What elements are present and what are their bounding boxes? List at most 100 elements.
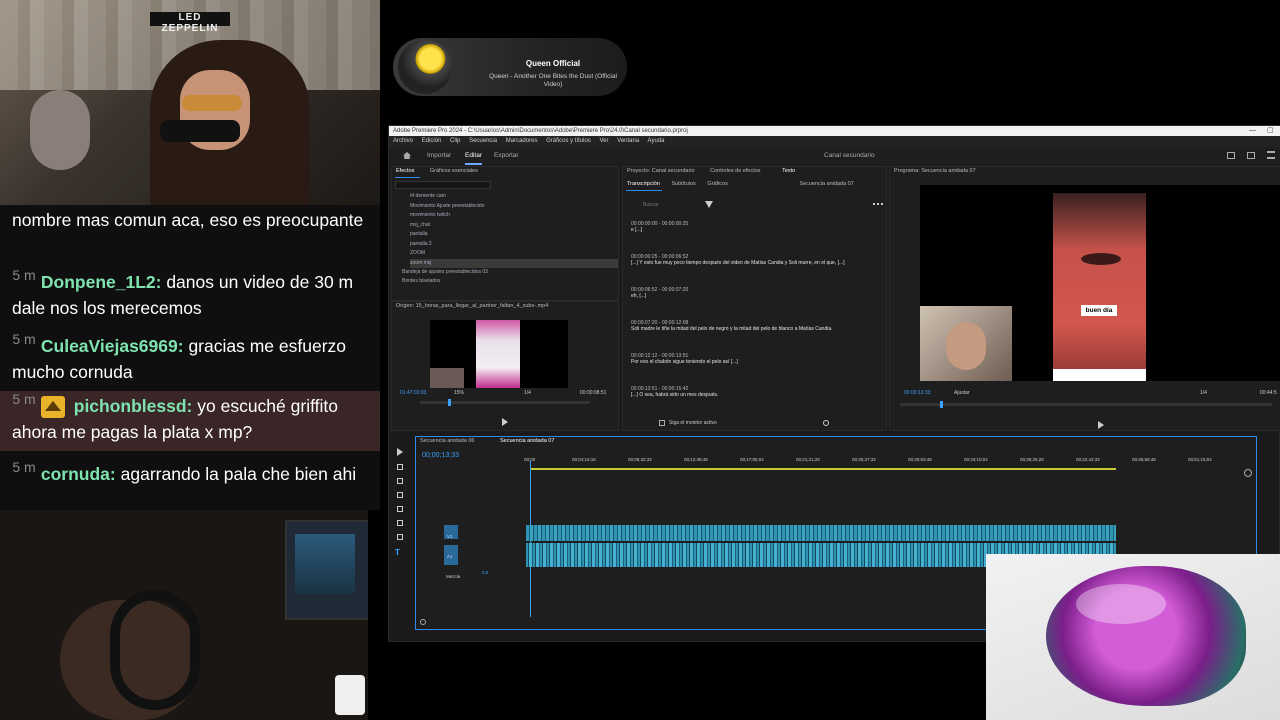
- menu-ver[interactable]: Ver: [599, 138, 608, 144]
- menu-ventana[interactable]: Ventana: [617, 138, 639, 144]
- tab-proyecto[interactable]: Proyecto: Canal secundario: [627, 168, 695, 174]
- track-select-icon[interactable]: [397, 464, 403, 470]
- source-playhead[interactable]: [448, 399, 451, 406]
- program-scrubber[interactable]: [900, 403, 1272, 406]
- chat-username[interactable]: pichonblessd:: [74, 396, 193, 416]
- share-icon[interactable]: [1247, 152, 1255, 159]
- effect-item-selected[interactable]: zoom msj: [410, 258, 618, 268]
- transcript-segment[interactable]: 00:00:06:52 - 00:00:07:20 eh, [...]: [631, 287, 876, 299]
- follow-monitor-checkbox[interactable]: [659, 420, 665, 426]
- effect-folder[interactable]: Bandeja de ajustes preestablecidos 03: [402, 268, 618, 277]
- video-clip-track[interactable]: [526, 525, 1116, 541]
- program-monitor: Programa: Secuencia anidada 07 buen día …: [889, 166, 1280, 431]
- microphone: [160, 120, 240, 142]
- track-a1-label: A1: [447, 554, 453, 559]
- tab-graficos-esenciales[interactable]: Gráficos esenciales: [430, 168, 478, 174]
- transcript-segment[interactable]: 00:00:00:25 - 00:00:06:52 [...] Y esto f…: [631, 254, 876, 266]
- source-play-icon[interactable]: [502, 418, 508, 426]
- menu-bar: Archivo Edición Clip Secuencia Marcadore…: [389, 136, 1280, 147]
- source-scrubber[interactable]: [420, 401, 590, 404]
- tab-controles-efectos[interactable]: Controles de efectos: [710, 168, 760, 174]
- menu-marcadores[interactable]: Marcadores: [506, 138, 538, 144]
- tab-graficos[interactable]: Gráficos: [707, 181, 727, 187]
- type-tool-icon[interactable]: T: [395, 548, 405, 557]
- menu-graficos[interactable]: Gráficos y títulos: [546, 138, 591, 144]
- transcript-segment[interactable]: 00:00:12:12 - 00:00:13:51 Por eso el cha…: [631, 353, 876, 365]
- program-timecode: 00:00:13:33: [904, 390, 931, 396]
- filter-icon[interactable]: [705, 201, 713, 208]
- transcript-segment[interactable]: 00:00:07:20 - 00:00:12:08 Soli madre le …: [631, 320, 876, 332]
- tab-editar[interactable]: Editar: [465, 147, 482, 165]
- program-phone-bar: [1053, 369, 1146, 381]
- segment-text: [...] Y esto fue muy poco tiempo después…: [631, 260, 845, 266]
- maximize-icon[interactable]: ▢: [1267, 126, 1274, 136]
- menu-ayuda[interactable]: Ayuda: [648, 138, 665, 144]
- program-fit[interactable]: Ajustar: [954, 390, 970, 396]
- timeline-timecode[interactable]: 00;00;13;33: [422, 452, 459, 459]
- pen-icon[interactable]: [397, 520, 403, 526]
- transcript-segment[interactable]: 00:00:00:00 - 00:00:00:25 e [...]: [631, 221, 876, 233]
- slip-icon[interactable]: [397, 506, 403, 512]
- menu-edicion[interactable]: Edición: [422, 138, 442, 144]
- effect-item[interactable]: ZOOM: [410, 249, 618, 259]
- hand-icon[interactable]: [397, 534, 403, 540]
- horizontal-zoom-handle[interactable]: [420, 619, 426, 625]
- segment-text: Soli madre le tiñe la mitad del pelo de …: [631, 326, 833, 332]
- workspace-icon[interactable]: [1227, 152, 1235, 159]
- tab-subtitulos[interactable]: Subtítulos: [671, 181, 695, 187]
- menu-secuencia[interactable]: Secuencia: [469, 138, 497, 144]
- source-phone-frame: [476, 320, 520, 388]
- chat-username[interactable]: CuleaViejas6969:: [41, 336, 184, 356]
- master-value[interactable]: 0,0: [482, 570, 488, 575]
- tab-efectos[interactable]: Efectos: [396, 168, 414, 174]
- menu-clip[interactable]: Clip: [450, 138, 460, 144]
- selection-tool-icon[interactable]: [397, 448, 403, 456]
- more-options-icon[interactable]: [873, 203, 883, 205]
- fish-glare: [1076, 584, 1166, 624]
- text-subtabs: Transcripción Subtítulos Gráficos Secuen…: [623, 180, 886, 190]
- transcript-sequence: Secuencia anidada 07: [799, 181, 854, 187]
- source-resolution[interactable]: 1/4: [524, 390, 531, 396]
- tab-secuencia-06[interactable]: Secuencia anidada 06: [420, 438, 474, 444]
- tab-secuencia-07[interactable]: Secuencia anidada 07: [500, 438, 554, 444]
- program-playhead[interactable]: [940, 401, 943, 408]
- source-zoom[interactable]: 15%: [454, 390, 464, 396]
- menu-icon[interactable]: [1267, 151, 1275, 159]
- effects-search-input[interactable]: [395, 181, 491, 189]
- effect-item[interactable]: movimiento twitch: [410, 211, 618, 221]
- chat-username[interactable]: cornuda:: [41, 464, 116, 484]
- now-playing-widget: Queen Official Queen - Another One Bites…: [393, 38, 627, 96]
- tab-exportar[interactable]: Exportar: [494, 147, 519, 165]
- minimize-icon[interactable]: —: [1249, 126, 1256, 136]
- razor-icon[interactable]: [397, 492, 403, 498]
- background-figure: [30, 90, 90, 170]
- work-area-bar[interactable]: [530, 468, 1116, 470]
- effect-folder[interactable]: Bordes biselados: [402, 277, 618, 286]
- track-a1-target[interactable]: A1: [444, 545, 458, 565]
- ruler-label: 00;17;05;04: [740, 457, 764, 462]
- timeline-ruler[interactable]: 00;00 00;04;16;16 00;08;32;32 00;12;48;4…: [524, 452, 1249, 466]
- effect-item[interactable]: pantalla 2: [410, 240, 618, 250]
- effect-item[interactable]: t4 demente cam: [410, 192, 618, 202]
- chat-username[interactable]: Donpene_1L2:: [41, 272, 162, 292]
- tab-importar[interactable]: Importar: [427, 147, 451, 165]
- tab-transcripcion[interactable]: Transcripción: [627, 181, 660, 187]
- program-resolution[interactable]: 1/4: [1200, 390, 1207, 396]
- transcript-search-input[interactable]: Buscar: [631, 200, 701, 210]
- menu-archivo[interactable]: Archivo: [393, 138, 413, 144]
- effect-item[interactable]: pantalla: [410, 230, 618, 240]
- effect-item[interactable]: Movimiento Ajuste preestablecido: [410, 202, 618, 212]
- zoom-slider-handle[interactable]: [823, 420, 829, 426]
- transcript-segment[interactable]: 00:00:13:51 - 00:00:15:42 [...] O sea, h…: [631, 386, 876, 398]
- track-v1-target[interactable]: V1: [444, 525, 458, 539]
- home-icon[interactable]: [403, 152, 411, 159]
- tab-texto[interactable]: Texto: [782, 168, 795, 174]
- program-play-icon[interactable]: [1098, 421, 1104, 429]
- ripple-edit-icon[interactable]: [397, 478, 403, 484]
- chat-message-text: agarrando la pala che bien ahi: [120, 464, 357, 484]
- active-tab-indicator: [395, 177, 420, 178]
- vertical-scroll-handle[interactable]: [1244, 469, 1252, 477]
- effect-item[interactable]: msj_chat: [410, 221, 618, 231]
- mug: [335, 675, 365, 715]
- ruler-label: 00;46;58;48: [1132, 457, 1156, 462]
